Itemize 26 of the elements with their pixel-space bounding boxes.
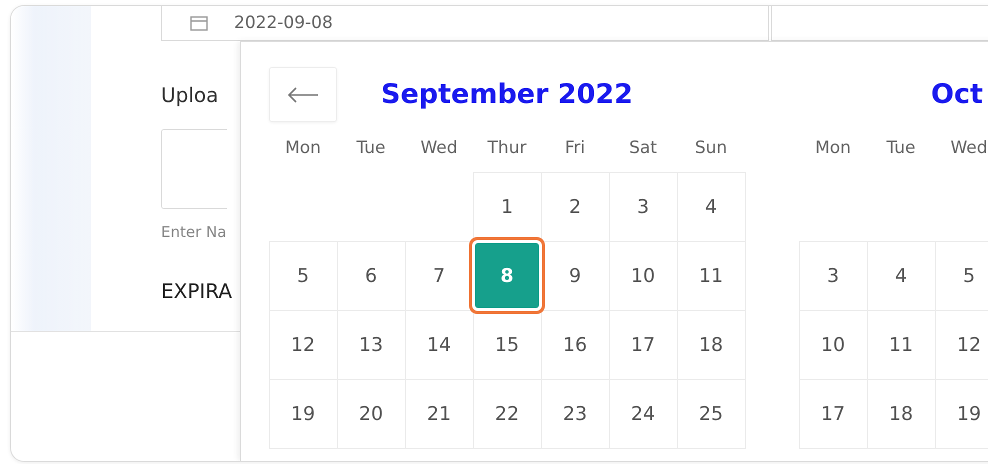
expiration-label: EXPIRA (161, 279, 232, 303)
weekday-label: Mon (814, 138, 852, 160)
weekday-label: Fri (564, 138, 586, 160)
weekday-label: Tue (885, 138, 917, 160)
date-value: 2022-09-08 (234, 13, 333, 33)
weekday-label: Wed (949, 138, 988, 160)
weekday-label: Sun (694, 138, 728, 160)
input-field[interactable] (161, 129, 227, 209)
month-title: September 2022 (381, 79, 633, 110)
day-cell[interactable]: 4 (676, 172, 746, 242)
weekday-label: Thur (486, 138, 528, 160)
day-cell[interactable]: 3 (798, 240, 868, 310)
weekday-label: Wed (419, 138, 459, 160)
weekday-label: Tue (355, 138, 387, 160)
calendar-icon (190, 15, 208, 31)
weekday-label: Sat (628, 138, 658, 160)
day-cell[interactable]: 25 (676, 378, 746, 448)
back-arrow-icon (287, 86, 319, 102)
upload-label: Uploa (161, 83, 218, 107)
day-cell[interactable]: 5 (268, 240, 338, 310)
day-cell[interactable]: 17 (798, 378, 868, 448)
weekday-label: Mon (284, 138, 322, 160)
day-cell[interactable]: 19 (268, 378, 338, 448)
previous-month-button[interactable] (269, 67, 337, 122)
month-title: Oct (931, 79, 983, 110)
field-hint: Enter Na (161, 223, 226, 241)
